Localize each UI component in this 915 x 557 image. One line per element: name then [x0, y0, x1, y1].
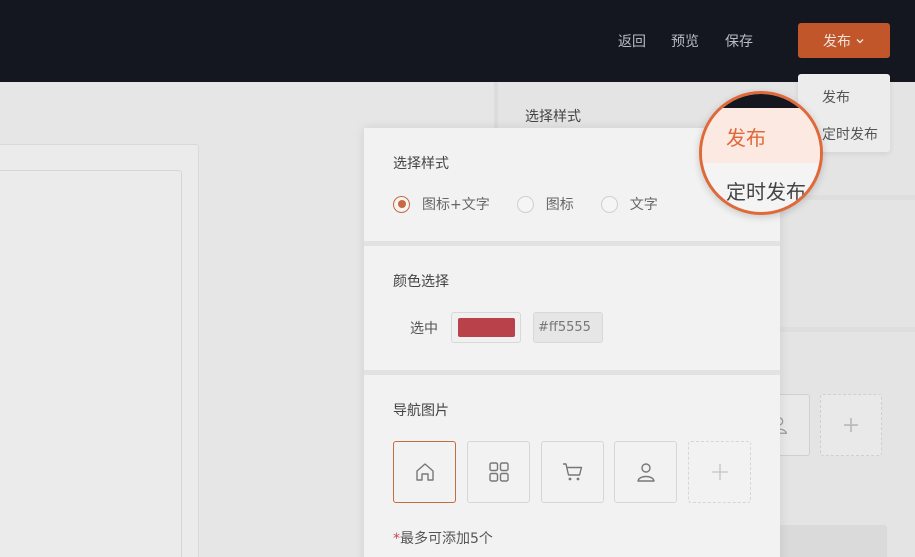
- save-link[interactable]: 保存: [725, 31, 753, 51]
- nav-image-limit-note: *最多可添加5个: [393, 528, 493, 548]
- top-bar: 返回 预览 保存 发布: [0, 0, 915, 82]
- style-section-title: 选择样式: [393, 156, 449, 172]
- section-divider: [364, 370, 780, 375]
- user-icon: [636, 463, 655, 482]
- zoom-item-publish[interactable]: 发布: [726, 122, 766, 151]
- background-button: [779, 525, 887, 557]
- dropdown-item-publish[interactable]: 发布: [822, 87, 850, 107]
- plus-icon: [711, 464, 728, 480]
- section-divider: [364, 241, 780, 246]
- color-section-title: 颜色选择: [393, 274, 449, 290]
- preview-link[interactable]: 预览: [671, 31, 699, 51]
- radio-text[interactable]: 文字: [600, 194, 658, 214]
- radio-unchecked-icon: [600, 195, 618, 213]
- zoom-topbar-strip: [702, 94, 820, 108]
- background-panel-title: 选择样式: [525, 109, 581, 125]
- back-link[interactable]: 返回: [618, 31, 646, 51]
- radio-checked-icon: [393, 195, 410, 213]
- required-mark: *: [393, 531, 400, 547]
- radio-label: 文字: [629, 197, 658, 213]
- home-icon: [415, 463, 434, 481]
- grid-icon: [488, 462, 509, 482]
- nav-image-user[interactable]: [614, 441, 677, 503]
- radio-label: 图标: [545, 197, 574, 213]
- background-add-tile: +: [820, 394, 882, 456]
- publish-button-label: 发布: [823, 33, 851, 50]
- style-radio-group: 图标+文字 图标 文字: [393, 194, 685, 214]
- dropdown-item-scheduled-publish[interactable]: 定时发布: [822, 124, 878, 144]
- zoom-item-scheduled-publish[interactable]: 定时发布: [726, 176, 806, 205]
- cart-icon: [562, 463, 582, 481]
- color-swatch: [457, 318, 515, 337]
- zoom-callout: 发布 定时发布: [699, 91, 823, 215]
- publish-button[interactable]: 发布: [798, 23, 890, 58]
- plus-icon: +: [841, 412, 861, 438]
- nav-image-home[interactable]: [393, 441, 456, 503]
- radio-unchecked-icon: [516, 195, 534, 213]
- selected-color-label: 选中: [410, 321, 438, 337]
- radio-label: 图标+文字: [422, 197, 490, 213]
- radio-icon-text[interactable]: 图标+文字: [393, 194, 490, 214]
- nav-image-section-title: 导航图片: [393, 403, 449, 419]
- nav-image-limit-text: 最多可添加5个: [400, 531, 493, 547]
- radio-icon[interactable]: 图标: [516, 194, 574, 214]
- chevron-down-icon: [856, 38, 864, 43]
- nav-image-cart[interactable]: [541, 441, 604, 503]
- phone-preview-screen: [0, 170, 182, 557]
- add-nav-image-button[interactable]: [688, 441, 751, 503]
- color-picker[interactable]: [451, 312, 521, 343]
- color-hex-input[interactable]: #ff5555: [533, 312, 603, 343]
- nav-image-grid[interactable]: [467, 441, 530, 503]
